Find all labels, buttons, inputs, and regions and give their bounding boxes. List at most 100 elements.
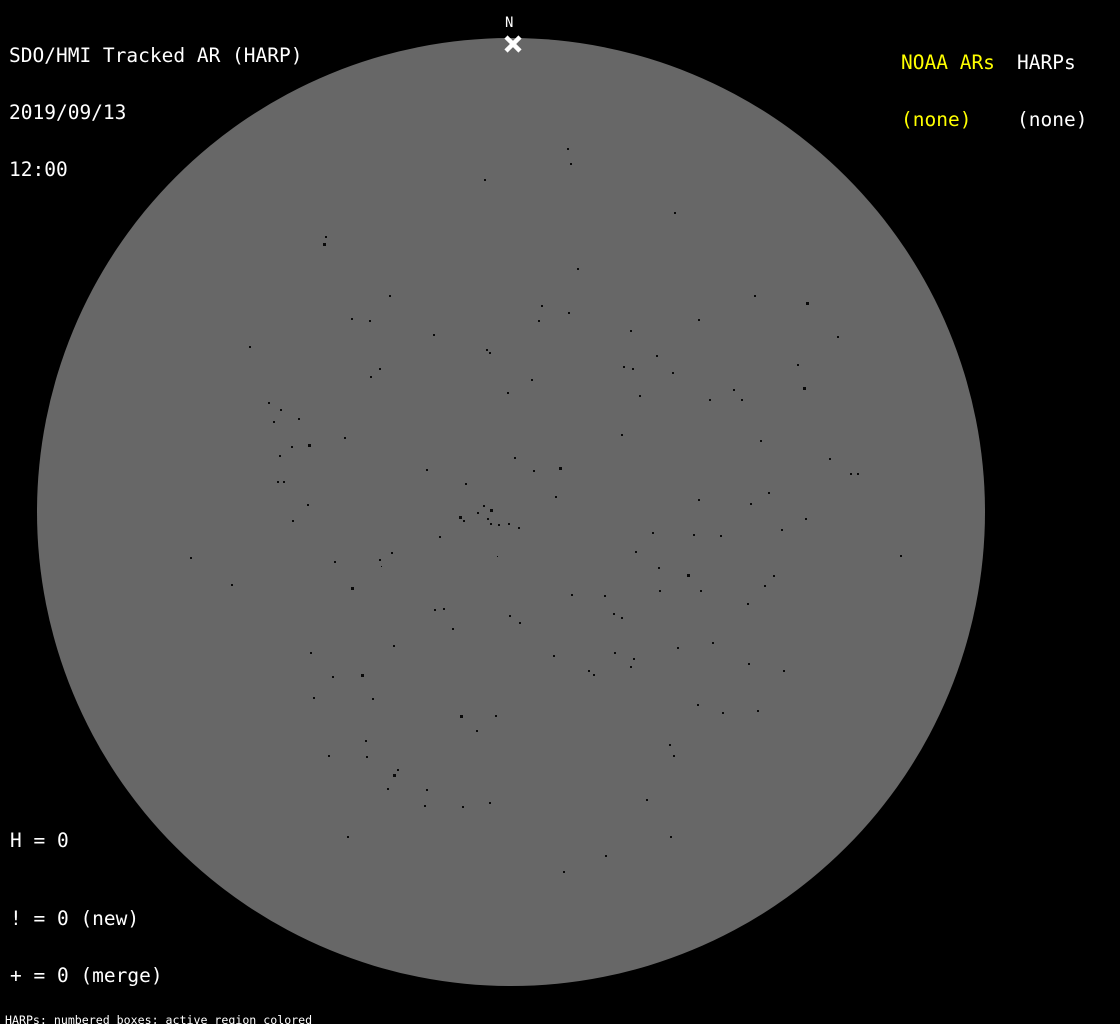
magnetogram-speckle [806, 302, 809, 305]
magnetogram-speckle [369, 320, 371, 322]
magnetogram-speckle [249, 346, 251, 348]
magnetogram-speckle [365, 740, 367, 742]
magnetogram-speckle [439, 536, 441, 538]
magnetogram-speckle [693, 534, 695, 536]
magnetogram-speckle [850, 473, 852, 475]
magnetogram-speckle [452, 628, 454, 630]
magnetogram-speckle [308, 444, 311, 447]
magnetogram-speckle [687, 574, 690, 577]
magnetogram-speckle [476, 730, 478, 732]
magnetogram-speckle [283, 481, 285, 483]
page-title: SDO/HMI Tracked AR (HARP) [9, 44, 303, 67]
magnetogram-speckle [570, 163, 572, 165]
magnetogram-speckle [310, 652, 312, 654]
harps-column: HARPs (none) [1017, 15, 1087, 167]
magnetogram-speckle [555, 496, 557, 498]
magnetogram-speckle [347, 836, 349, 838]
magnetogram-speckle [190, 557, 192, 559]
magnetogram-speckle [588, 670, 590, 672]
magnetogram-speckle [484, 179, 486, 181]
magnetogram-speckle [332, 676, 334, 678]
magnetogram-speckle [783, 670, 785, 672]
magnetogram-speckle [652, 532, 654, 534]
magnetogram-speckle [781, 529, 783, 531]
magnetogram-speckle [712, 642, 714, 644]
magnetogram-speckle [720, 535, 722, 537]
magnetogram-speckle [424, 805, 426, 807]
magnetogram-speckle [508, 523, 510, 525]
magnetogram-speckle [677, 647, 679, 649]
magnetogram-speckle [757, 710, 759, 712]
flag-counter-new: ! = 0 (new) [10, 907, 140, 930]
magnetogram-speckle [773, 575, 775, 577]
magnetogram-speckle [571, 594, 573, 596]
magnetogram-speckle [697, 704, 699, 706]
observation-date: 2019/09/13 [9, 101, 127, 124]
magnetogram-speckle [857, 473, 859, 475]
magnetogram-speckle [768, 492, 770, 494]
magnetogram-speckle [397, 769, 399, 771]
magnetogram-speckle [497, 556, 498, 557]
magnetogram-speckle [518, 527, 520, 529]
magnetogram-speckle [483, 505, 485, 507]
magnetogram-speckle [541, 305, 543, 307]
magnetogram-speckle [463, 520, 465, 522]
magnetogram-speckle [750, 503, 752, 505]
magnetogram-speckle [291, 446, 293, 448]
magnetogram-speckle [567, 148, 569, 150]
magnetogram-speckle [381, 566, 382, 567]
magnetogram-speckle [659, 590, 661, 592]
magnetogram-speckle [674, 212, 676, 214]
magnetogram-speckle [741, 399, 743, 401]
magnetogram-speckle [366, 756, 368, 758]
magnetogram-speckle [298, 418, 300, 420]
magnetogram-speckle [387, 788, 389, 790]
magnetogram-speckle [462, 806, 464, 808]
magnetogram-speckle [465, 483, 467, 485]
magnetogram-speckle [764, 585, 766, 587]
magnetogram-speckle [328, 755, 330, 757]
harps-count: (none) [1017, 108, 1088, 131]
magnetogram-speckle [672, 372, 674, 374]
noaa-ars-column: NOAA ARs (none) [901, 15, 995, 167]
magnetogram-speckle [722, 712, 724, 714]
magnetogram-speckle [379, 559, 381, 561]
magnetogram-speckle [760, 440, 762, 442]
magnetogram-speckle [489, 352, 491, 354]
magnetogram-speckle [621, 434, 623, 436]
magnetogram-speckle [632, 368, 634, 370]
magnetogram-speckle [323, 243, 326, 246]
magnetogram-speckle [837, 336, 839, 338]
magnetogram-speckle [307, 504, 309, 506]
footer-harps-note: HARPs: numbered boxes; active region col… [5, 1013, 313, 1024]
flag-counter-merge: + = 0 (merge) [10, 964, 163, 987]
magnetogram-speckle [630, 666, 632, 668]
magnetogram-speckle [489, 802, 491, 804]
magnetogram-speckle [372, 698, 374, 700]
magnetogram-speckle [379, 368, 381, 370]
magnetogram-speckle [563, 871, 565, 873]
noaa-ars-label: NOAA ARs [901, 51, 995, 74]
magnetogram-speckle [507, 392, 509, 394]
magnetogram-speckle [605, 855, 607, 857]
magnetogram-speckle [613, 613, 615, 615]
harps-label: HARPs [1017, 51, 1076, 74]
magnetogram-speckle [313, 697, 315, 699]
magnetogram-speckle [433, 334, 435, 336]
magnetogram-speckle [443, 608, 445, 610]
magnetogram-speckle [614, 652, 616, 654]
magnetogram-speckle [748, 663, 750, 665]
magnetogram-speckle [531, 379, 533, 381]
magnetogram-speckle [533, 470, 535, 472]
magnetogram-speckle [344, 437, 346, 439]
magnetogram-speckle [670, 836, 672, 838]
magnetogram-speckle [633, 658, 635, 660]
magnetogram-speckle [268, 402, 270, 404]
magnetogram-speckle [553, 655, 555, 657]
magnetogram-speckle [490, 523, 492, 525]
magnetogram-speckle [656, 355, 658, 357]
magnetogram-speckle [487, 518, 489, 520]
magnetogram-speckle [361, 674, 364, 677]
magnetogram-speckle [568, 312, 570, 314]
magnetogram-speckle [669, 744, 671, 746]
